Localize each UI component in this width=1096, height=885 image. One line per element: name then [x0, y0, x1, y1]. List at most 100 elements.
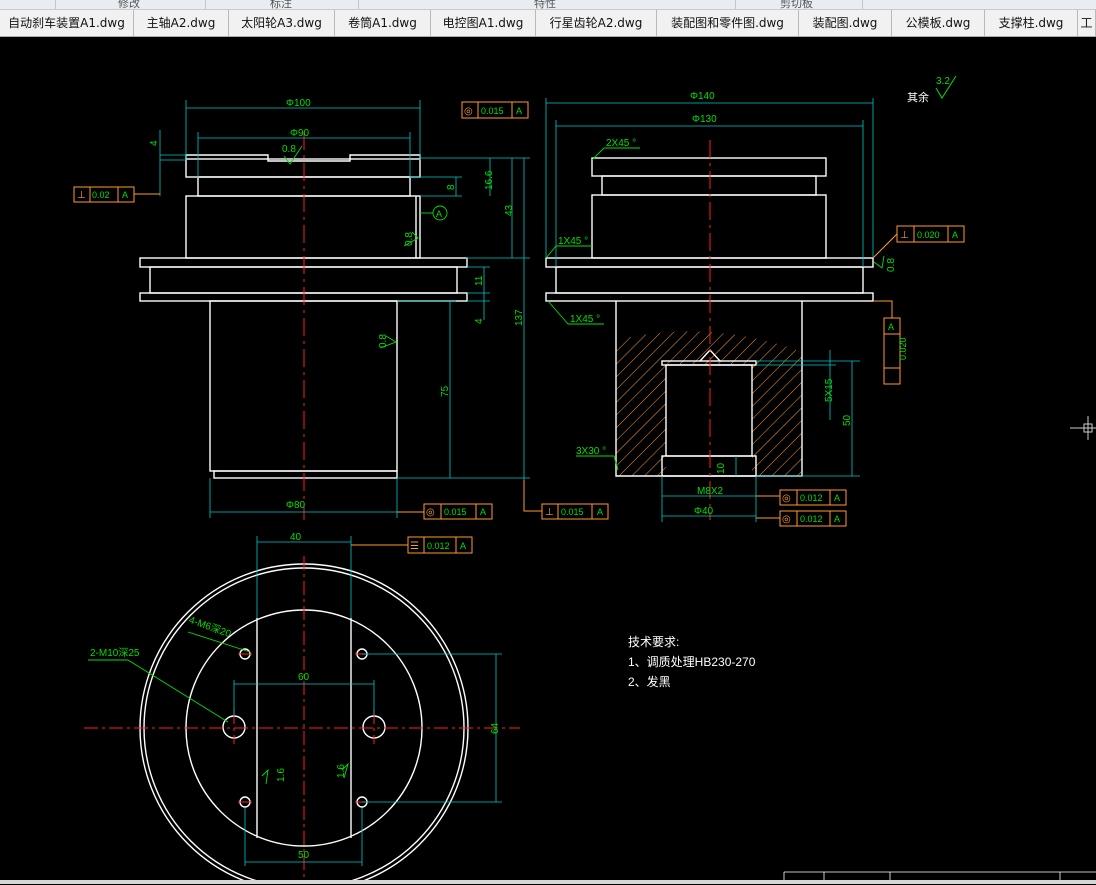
tab-file-8[interactable]: 装配图.dwg	[799, 10, 892, 36]
tol-ref: A	[516, 106, 522, 116]
tab-file-11[interactable]: 工	[1078, 10, 1096, 36]
section-tol-right: ⊥ 0.020 A	[872, 225, 965, 259]
tol-ref: A	[952, 230, 958, 240]
cad-drawing: Φ100 Φ90 Φ80 4 8 16.6 43 11 4 75 137 0.8…	[73, 75, 1096, 885]
front-dim-4: 4	[149, 140, 160, 146]
tol-value: 0.012	[800, 493, 823, 503]
tab-file-5[interactable]: 电控图A1.dwg	[431, 10, 536, 36]
front-tol-bottom2: ⊥ 0.015 A	[523, 480, 609, 520]
tol-symbol: ⊥	[545, 507, 554, 518]
tab-file-4[interactable]: 卷筒A1.dwg	[335, 10, 431, 36]
tol-value: 0.012	[427, 541, 450, 551]
section-chamfer-left2: 1X45 °	[570, 314, 600, 325]
front-dim-11: 11	[474, 275, 485, 286]
section-view: Φ140 Φ130 2X45 ° 1X45 ° 1X45 ° 3X30 ° M8…	[545, 91, 965, 527]
tol-ref: A	[480, 507, 486, 517]
front-datum-label: A	[436, 209, 442, 219]
front-rough-top: 0.8	[282, 144, 296, 155]
status-strip	[0, 880, 1096, 884]
tol-ref: A	[460, 541, 466, 551]
front-dim-43: 43	[504, 204, 515, 216]
section-tol-b1: ◎ 0.012 A	[756, 489, 847, 506]
top-dim-64: 64	[490, 722, 501, 734]
crosshair-cursor	[1070, 416, 1096, 440]
section-chamfer-bottom: 3X30 °	[576, 446, 606, 457]
tab-file-2[interactable]: 主轴A2.dwg	[134, 10, 229, 36]
front-rough-low: 0.8	[378, 334, 389, 348]
tol-ref: A	[597, 507, 603, 517]
tol-ref: A	[122, 190, 128, 200]
front-tol-bottom: ◎ 0.015 A	[397, 503, 493, 520]
top-rough-l: 1.6	[276, 768, 287, 782]
tol-symbol: ◎	[426, 507, 435, 518]
ribbon-separator	[205, 0, 206, 9]
front-view: Φ100 Φ90 Φ80 4 8 16.6 43 11 4 75 137 0.8…	[73, 98, 609, 520]
section-chamfer-top: 2X45 °	[606, 138, 636, 149]
top-centerlines	[84, 556, 520, 880]
ribbon-group-properties[interactable]: 特性	[534, 0, 556, 9]
drawing-canvas[interactable]: Φ100 Φ90 Φ80 4 8 16.6 43 11 4 75 137 0.8…	[0, 37, 1096, 885]
ribbon-group-dimension[interactable]: 标注	[270, 0, 292, 9]
tech-requirements: 技术要求: 1、调质处理HB230-270 2、发黑	[628, 635, 756, 689]
section-dia-top: Φ140	[690, 91, 715, 102]
tol-value: 0.02	[92, 190, 110, 200]
file-tab-bar: 自动刹车装置A1.dwg 主轴A2.dwg 太阳轮A3.dwg 卷筒A1.dwg…	[0, 10, 1096, 37]
tech-line-1: 1、调质处理HB230-270	[628, 655, 756, 669]
front-dim-8: 8	[446, 184, 457, 190]
tab-file-1[interactable]: 自动刹车装置A1.dwg	[0, 10, 134, 36]
tol-ref: A	[834, 514, 840, 524]
rest-value: 3.2	[936, 76, 950, 87]
tol-value: 0.015	[444, 507, 467, 517]
front-dim-137: 137	[514, 309, 525, 326]
top-view: ☰ 0.012 A 40 2-M10深25 4-M6深20 60 64 50 1…	[84, 532, 520, 885]
section-dia-2: Φ130	[692, 114, 717, 125]
front-dia-inner: Φ90	[290, 128, 310, 139]
top-tol: ☰ 0.012 A	[351, 536, 473, 554]
tol-value: 0.020	[898, 337, 908, 360]
top-dim-60: 60	[298, 672, 310, 683]
tol-symbol: ◎	[464, 106, 473, 117]
section-dia-bore: Φ40	[694, 506, 714, 517]
section-rough-right: 0.8	[886, 258, 897, 272]
top-rough-r: 1.6	[336, 764, 347, 778]
tol-value: 0.012	[800, 514, 823, 524]
tol-symbol: ☰	[410, 541, 419, 552]
ribbon-separator	[358, 0, 359, 9]
tech-line-2: 2、发黑	[628, 674, 671, 689]
tab-file-3[interactable]: 太阳轮A3.dwg	[229, 10, 335, 36]
tol-ref: A	[834, 493, 840, 503]
top-dim-texts: 40 2-M10深25 4-M6深20 60 64 50 1.6 1.6	[90, 532, 501, 861]
section-thread: M8X2	[697, 486, 724, 497]
front-tol-top: ◎ 0.015 A	[461, 101, 529, 119]
rest-roughness: 其余 3.2	[907, 75, 957, 104]
tab-file-9[interactable]: 公模板.dwg	[892, 10, 985, 36]
front-dim-4b: 4	[474, 318, 485, 324]
tol-symbol: ⊥	[77, 190, 86, 201]
ribbon-group-clipboard[interactable]: 剪切板	[780, 0, 813, 9]
tol-value: 0.020	[917, 230, 940, 240]
tab-file-6[interactable]: 行星齿轮A2.dwg	[536, 10, 657, 36]
tol-value: 0.015	[481, 106, 504, 116]
rest-text: 其余	[907, 90, 929, 104]
section-tol-vert: A 0.020	[873, 300, 908, 385]
tab-file-10[interactable]: 支撑柱.dwg	[985, 10, 1078, 36]
tol-symbol: ◎	[782, 514, 791, 525]
top-label-m10: 2-M10深25	[90, 647, 140, 659]
section-dim-5x15: 5X15	[824, 378, 835, 402]
section-chamfer-left: 1X45 °	[558, 236, 588, 247]
front-dimension-lines	[159, 100, 530, 518]
tol-ref: A	[888, 322, 894, 332]
front-tol-left: ⊥ 0.02 A	[73, 186, 160, 203]
front-dim-16: 16.6	[484, 170, 495, 190]
tol-symbol: ⊥	[900, 230, 909, 241]
front-dia-top: Φ100	[286, 98, 311, 109]
top-dim-40: 40	[290, 532, 302, 543]
tech-title: 技术要求:	[628, 635, 679, 649]
section-tol-b2: ◎ 0.012 A	[756, 510, 847, 527]
tab-file-7[interactable]: 装配图和零件图.dwg	[657, 10, 799, 36]
title-block-fragment	[783, 871, 1096, 880]
ribbon-group-modify[interactable]: 修改	[118, 0, 140, 9]
ribbon-separator	[862, 0, 863, 9]
ribbon-strip: 修改 标注 特性 剪切板	[0, 0, 1096, 10]
front-dim-texts: Φ100 Φ90 Φ80 4 8 16.6 43 11 4 75 137 0.8…	[149, 98, 525, 511]
